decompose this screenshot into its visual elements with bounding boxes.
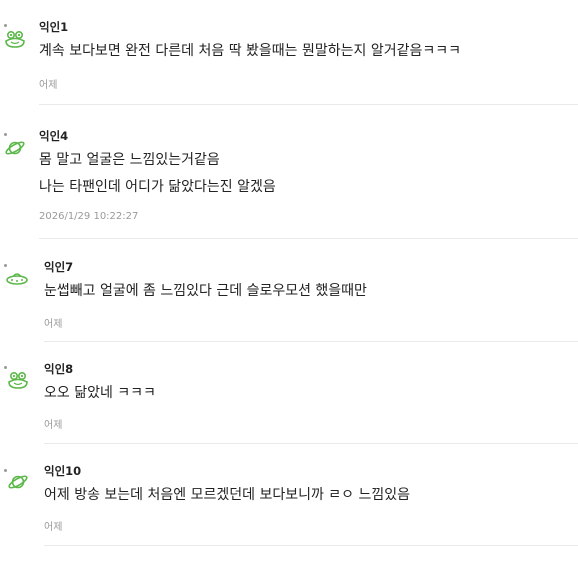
comment-divider xyxy=(39,238,578,239)
ufo-icon xyxy=(6,273,28,285)
bullet-dot xyxy=(4,133,7,136)
comment-time: 어제 xyxy=(44,319,63,330)
comment-divider xyxy=(44,545,578,546)
comment-text: 눈썹빼고 얼굴에 좀 느낌있다 근데 슬로우모션 했을때만 xyxy=(44,283,367,299)
comment-text: 나는 타팬인데 어디가 닮았다는진 알겠음 xyxy=(39,179,276,195)
comment-author[interactable]: 익인4 xyxy=(39,128,68,144)
comment-text: 어제 방송 보는데 처음엔 모르겠던데 보다보니까 ㄹㅇ 느낌있음 xyxy=(44,487,411,503)
comment-author[interactable]: 익인1 xyxy=(39,19,68,35)
comment-time: 2026/1/29 10:22:27 xyxy=(39,211,139,222)
comment-time: 어제 xyxy=(44,522,63,533)
comment-divider xyxy=(44,443,578,444)
comment-author[interactable]: 익인10 xyxy=(44,463,81,479)
comment-time: 어제 xyxy=(39,80,58,91)
planet-icon xyxy=(8,475,28,489)
comment-author[interactable]: 익인8 xyxy=(44,361,73,377)
comment-text: 계속 보다보면 완전 다른데 처음 딱 봤을때는 뭔말하는지 알거같음ㅋㅋㅋ xyxy=(39,43,461,59)
bullet-dot xyxy=(4,366,7,369)
comment-time: 어제 xyxy=(44,420,63,431)
comment-text: 몸 말고 얼굴은 느낌있는거같음 xyxy=(39,152,220,168)
frog-icon xyxy=(5,30,25,48)
frog-icon xyxy=(8,371,28,389)
comment-divider xyxy=(44,341,578,342)
comment-author[interactable]: 익인7 xyxy=(44,259,73,275)
comment-divider xyxy=(39,104,578,105)
planet-icon xyxy=(5,141,25,155)
bullet-dot xyxy=(4,264,7,267)
bullet-dot xyxy=(4,24,7,27)
comment-text: 오오 닮았네 ㅋㅋㅋ xyxy=(44,385,156,401)
